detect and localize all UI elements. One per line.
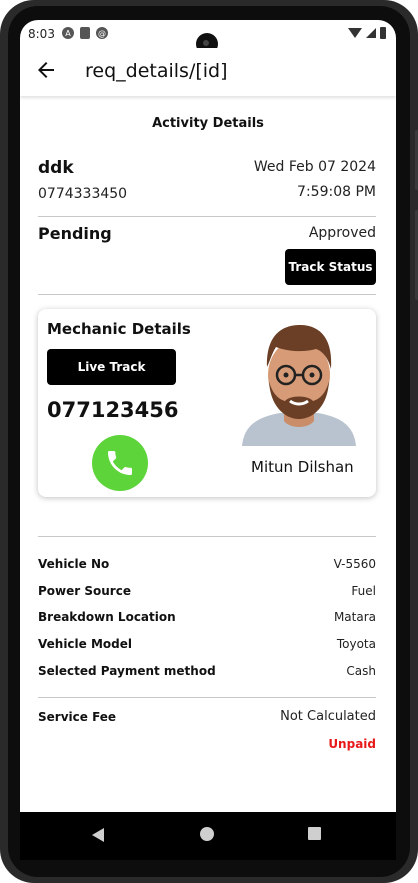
phone-icon: [108, 451, 132, 475]
status-bar: 8:03 A @: [20, 20, 396, 55]
screen: 8:03 A @ req_details/[id] Activity Detai…: [20, 20, 396, 860]
divider: [38, 294, 376, 295]
mechanic-name: Mitun Dilshan: [251, 458, 354, 476]
page-title: req_details/[id]: [85, 60, 228, 82]
breakdown-location-label: Breakdown Location: [38, 610, 176, 624]
sync-icon: @: [96, 27, 108, 39]
app-bar: req_details/[id]: [20, 48, 396, 96]
payment-status-badge: Unpaid: [328, 737, 376, 751]
payment-method-label: Selected Payment method: [38, 664, 216, 678]
mechanic-card: Mechanic Details Live Track 077123456 Mi…: [38, 309, 376, 497]
customer-name: ddk: [38, 158, 74, 178]
request-time: 7:59:08 PM: [297, 184, 376, 200]
notification-icons: A @: [62, 27, 108, 39]
service-fee-label: Service Fee: [38, 710, 117, 724]
back-arrow-icon[interactable]: [34, 58, 58, 82]
signal-icon: [366, 28, 376, 38]
call-button[interactable]: [92, 435, 148, 491]
section-title: Activity Details: [152, 116, 264, 131]
vehicle-no-value: V-5560: [333, 557, 376, 571]
divider: [38, 536, 376, 537]
track-status-button[interactable]: Track Status: [285, 249, 376, 285]
app-notification-icon: A: [62, 27, 74, 39]
nav-back-icon[interactable]: [92, 828, 104, 842]
system-icons: [348, 27, 386, 39]
approval-status: Approved: [308, 225, 376, 241]
nav-recents-icon[interactable]: [308, 827, 321, 840]
divider: [38, 216, 376, 217]
vehicle-no-label: Vehicle No: [38, 557, 110, 571]
request-status: Pending: [38, 224, 112, 243]
wifi-icon: [348, 28, 362, 38]
status-time: 8:03: [28, 27, 55, 41]
customer-phone: 0774333450: [38, 186, 128, 202]
mechanic-heading: Mechanic Details: [47, 320, 191, 338]
sim-card-icon: [80, 27, 90, 39]
avatar: [242, 325, 356, 446]
mechanic-phone: 077123456: [47, 398, 179, 422]
battery-icon: [380, 27, 386, 39]
live-track-button[interactable]: Live Track: [47, 349, 176, 385]
vehicle-model-value: Toyota: [336, 637, 376, 651]
payment-method-value: Cash: [346, 664, 376, 678]
request-date: Wed Feb 07 2024: [253, 159, 376, 175]
system-nav-bar: [20, 812, 396, 860]
power-source-label: Power Source: [38, 584, 131, 598]
service-fee-value: Not Calculated: [280, 709, 376, 724]
vehicle-model-label: Vehicle Model: [38, 637, 132, 651]
divider: [38, 697, 376, 698]
nav-home-icon[interactable]: [200, 827, 214, 841]
breakdown-location-value: Matara: [333, 610, 376, 624]
power-source-value: Fuel: [351, 584, 376, 598]
